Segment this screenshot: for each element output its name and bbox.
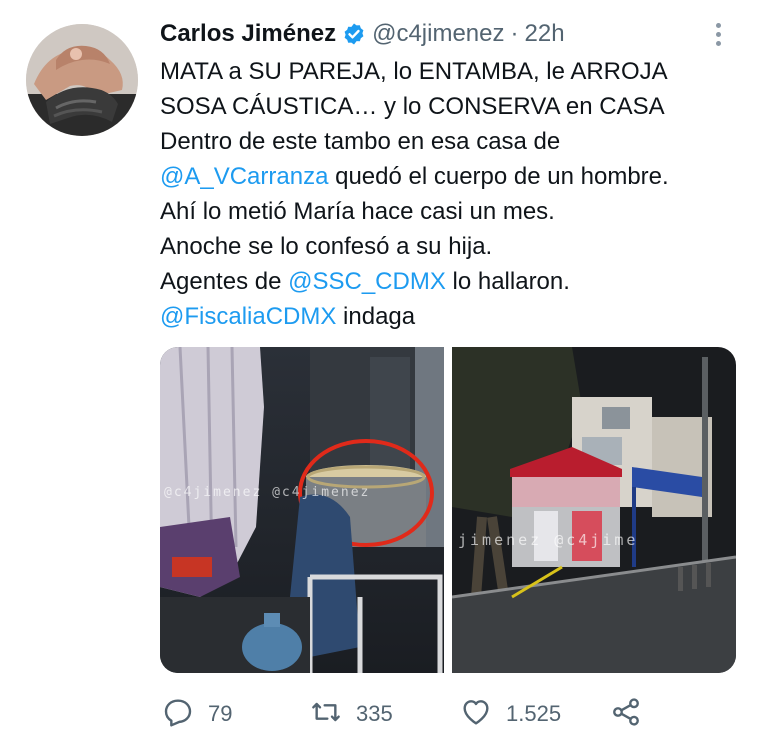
text-segment: indaga bbox=[336, 303, 416, 330]
tweet-text-line: MATA a SU PAREJA, lo ENTAMBA, le ARROJA bbox=[160, 54, 740, 89]
tweet-text-line: @A_VCarranza quedó el cuerpo de un hombr… bbox=[160, 159, 740, 194]
retweet-button[interactable]: 335 bbox=[310, 694, 393, 734]
text-segment: Ahí lo metió María hace casi un mes. bbox=[160, 198, 555, 225]
text-segment: quedó el cuerpo de un hombre. bbox=[328, 163, 669, 190]
mention-link[interactable]: @FiscaliaCDMX bbox=[160, 303, 336, 330]
photo-street[interactable]: jimenez @c4jime bbox=[452, 347, 736, 673]
tweet-text: MATA a SU PAREJA, lo ENTAMBA, le ARROJA … bbox=[160, 54, 740, 334]
share-button[interactable] bbox=[610, 694, 642, 734]
author-handle[interactable]: @c4jimenez bbox=[372, 20, 504, 48]
tweet-actions: 79 335 1.525 bbox=[160, 694, 720, 734]
retweet-icon bbox=[310, 696, 342, 733]
reply-count: 79 bbox=[208, 701, 233, 726]
tweet-time[interactable]: 22h bbox=[525, 20, 565, 48]
mention-link[interactable]: @SSC_CDMX bbox=[288, 268, 446, 295]
tweet-text-line: @FiscaliaCDMX indaga bbox=[160, 299, 740, 334]
tweet-text-line: Dentro de este tambo en esa casa de bbox=[160, 124, 740, 159]
tweet-media: @c4jimenez @c4jimenez jimenez @c4jime bbox=[160, 347, 736, 673]
separator-dot: · bbox=[510, 20, 519, 47]
text-segment: Dentro de este tambo en esa casa de bbox=[160, 128, 561, 155]
heart-icon bbox=[460, 696, 492, 733]
text-segment: lo hallaron. bbox=[445, 268, 570, 295]
text-segment: Agentes de bbox=[160, 268, 289, 295]
mention-link[interactable]: @A_VCarranza bbox=[160, 163, 328, 190]
verified-badge-icon bbox=[342, 22, 366, 46]
left-photo-watermark: @c4jimenez @c4jimenez bbox=[164, 485, 370, 500]
share-icon bbox=[610, 696, 642, 733]
tweet-text-line: Ahí lo metió María hace casi un mes. bbox=[160, 194, 740, 229]
author-name[interactable]: Carlos Jiménez bbox=[160, 20, 336, 48]
tweet[interactable]: Carlos Jiménez @c4jimenez · 22h MATA a S… bbox=[0, 0, 760, 751]
tweet-text-line: Agentes de @SSC_CDMX lo hallaron. bbox=[160, 264, 740, 299]
more-options-icon[interactable] bbox=[706, 16, 730, 52]
like-count: 1.525 bbox=[506, 701, 562, 726]
tweet-text-line: SOSA CÁUSTICA… y lo CONSERVA en CASA bbox=[160, 89, 740, 124]
text-segment: Anoche se lo confesó a su hija. bbox=[160, 233, 493, 260]
reply-button[interactable]: 79 bbox=[162, 694, 232, 734]
right-photo-watermark: jimenez @c4jime bbox=[458, 531, 638, 549]
tweet-text-line: Anoche se lo confesó a su hija. bbox=[160, 229, 740, 264]
retweet-count: 335 bbox=[356, 701, 393, 726]
reply-icon bbox=[162, 696, 194, 733]
tweet-header: Carlos Jiménez @c4jimenez · 22h bbox=[160, 18, 565, 50]
avatar[interactable] bbox=[26, 24, 138, 136]
text-segment: MATA a SU PAREJA, lo ENTAMBA, le ARROJA bbox=[160, 58, 668, 85]
text-segment: SOSA CÁUSTICA… y lo CONSERVA en CASA bbox=[160, 93, 665, 120]
photo-interior[interactable]: @c4jimenez @c4jimenez bbox=[160, 347, 444, 673]
like-button[interactable]: 1.525 bbox=[460, 694, 561, 734]
